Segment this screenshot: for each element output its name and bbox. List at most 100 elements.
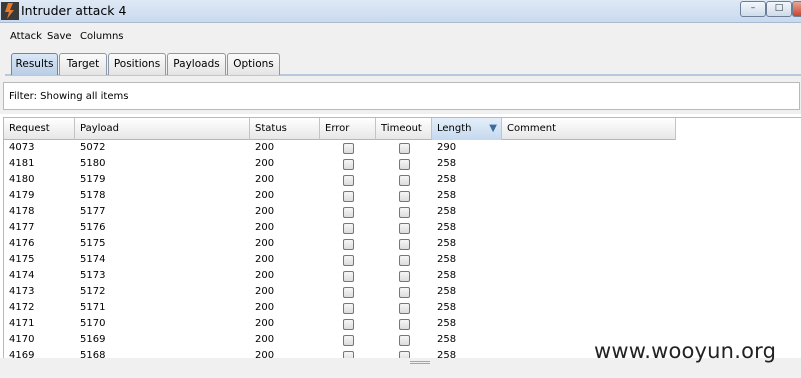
window-title: Intruder attack 4 — [21, 3, 127, 18]
cell-comment — [502, 156, 507, 172]
cell-status: 200 — [255, 222, 275, 233]
cell-request: 4169 — [9, 350, 35, 358]
timeout-checkbox[interactable] — [399, 351, 410, 358]
error-checkbox[interactable] — [343, 191, 354, 202]
table-row[interactable]: 4177 5176 200 258 — [4, 220, 676, 236]
cell-payload: 5179 — [80, 174, 106, 185]
column-header-comment[interactable]: Comment — [502, 118, 676, 140]
cell-comment — [502, 332, 507, 348]
cell-payload: 5174 — [80, 254, 106, 265]
error-checkbox[interactable] — [343, 287, 354, 298]
tab-positions[interactable]: Positions — [108, 53, 166, 75]
error-checkbox[interactable] — [343, 335, 354, 346]
timeout-checkbox[interactable] — [399, 271, 410, 282]
timeout-checkbox[interactable] — [399, 223, 410, 234]
timeout-checkbox[interactable] — [399, 191, 410, 202]
title-bar: Intruder attack 4 – □ — [0, 0, 801, 23]
timeout-checkbox[interactable] — [399, 159, 410, 170]
cell-comment — [502, 316, 507, 332]
table-row[interactable]: 4173 5172 200 258 — [4, 284, 676, 300]
table-row[interactable]: 4176 5175 200 258 — [4, 236, 676, 252]
cell-payload: 5175 — [80, 238, 106, 249]
timeout-checkbox[interactable] — [399, 207, 410, 218]
cell-comment — [502, 220, 507, 236]
cell-request: 4172 — [9, 302, 35, 313]
table-row[interactable]: 4171 5170 200 258 — [4, 316, 676, 332]
table-row[interactable]: 4172 5171 200 258 — [4, 300, 676, 316]
table-row[interactable]: 4178 5177 200 258 — [4, 204, 676, 220]
menu-attack[interactable]: Attack — [10, 31, 42, 42]
error-checkbox[interactable] — [343, 143, 354, 154]
cell-comment — [502, 140, 507, 156]
timeout-checkbox[interactable] — [399, 287, 410, 298]
minimize-button[interactable]: – — [740, 1, 766, 17]
tab-payloads[interactable]: Payloads — [167, 53, 226, 75]
error-checkbox[interactable] — [343, 223, 354, 234]
error-checkbox[interactable] — [343, 303, 354, 314]
cell-request: 4173 — [9, 286, 35, 297]
cell-payload: 5177 — [80, 206, 106, 217]
timeout-checkbox[interactable] — [399, 175, 410, 186]
filter-label: Filter: Showing all items — [9, 91, 129, 102]
cell-status: 200 — [255, 318, 275, 329]
cell-length: 258 — [437, 222, 457, 233]
timeout-checkbox[interactable] — [399, 143, 410, 154]
table-row[interactable]: 4174 5173 200 258 — [4, 268, 676, 284]
maximize-button[interactable]: □ — [766, 1, 792, 17]
table-body: 4073 5072 200 290 4181 5180 200 258 4180 5179 200 2… — [4, 140, 676, 358]
timeout-checkbox[interactable] — [399, 255, 410, 266]
cell-comment — [502, 188, 507, 204]
table-row[interactable]: 4181 5180 200 258 — [4, 156, 676, 172]
tab-target[interactable]: Target — [59, 53, 107, 75]
column-header-error[interactable]: Error — [320, 118, 376, 140]
cell-payload: 5170 — [80, 318, 106, 329]
table-row[interactable]: 4175 5174 200 258 — [4, 252, 676, 268]
cell-length: 258 — [437, 302, 457, 313]
error-checkbox[interactable] — [343, 271, 354, 282]
table-row[interactable]: 4180 5179 200 258 — [4, 172, 676, 188]
error-checkbox[interactable] — [343, 175, 354, 186]
timeout-checkbox[interactable] — [399, 239, 410, 250]
cell-status: 200 — [255, 142, 275, 153]
table-row[interactable]: 4170 5169 200 258 — [4, 332, 676, 348]
error-checkbox[interactable] — [343, 319, 354, 330]
timeout-checkbox[interactable] — [399, 319, 410, 330]
filter-bar[interactable]: Filter: Showing all items — [3, 82, 800, 110]
cell-payload: 5176 — [80, 222, 106, 233]
table-row[interactable]: 4169 5168 200 258 — [4, 348, 676, 358]
cell-comment — [502, 348, 507, 358]
tab-results[interactable]: Results — [11, 53, 58, 75]
timeout-checkbox[interactable] — [399, 335, 410, 346]
cell-status: 200 — [255, 190, 275, 201]
close-button[interactable] — [792, 1, 801, 17]
table-row[interactable]: 4179 5178 200 258 — [4, 188, 676, 204]
cell-payload: 5169 — [80, 334, 106, 345]
table-row[interactable]: 4073 5072 200 290 — [4, 140, 676, 156]
error-checkbox[interactable] — [343, 351, 354, 358]
error-checkbox[interactable] — [343, 159, 354, 170]
cell-request: 4180 — [9, 174, 35, 185]
split-pane-handle[interactable] — [410, 361, 430, 364]
maximize-icon: □ — [774, 3, 784, 13]
column-header-status[interactable]: Status — [250, 118, 320, 140]
menu-save[interactable]: Save — [47, 31, 72, 42]
error-checkbox[interactable] — [343, 239, 354, 250]
timeout-checkbox[interactable] — [399, 303, 410, 314]
column-header-timeout[interactable]: Timeout — [376, 118, 432, 140]
cell-request: 4174 — [9, 270, 35, 281]
cell-length: 258 — [437, 190, 457, 201]
cell-status: 200 — [255, 174, 275, 185]
cell-length: 258 — [437, 270, 457, 281]
cell-request: 4175 — [9, 254, 35, 265]
menu-columns[interactable]: Columns — [80, 31, 124, 42]
error-checkbox[interactable] — [343, 207, 354, 218]
error-checkbox[interactable] — [343, 255, 354, 266]
cell-status: 200 — [255, 206, 275, 217]
tab-options[interactable]: Options — [227, 53, 280, 75]
column-header-payload[interactable]: Payload — [75, 118, 250, 140]
cell-status: 200 — [255, 238, 275, 249]
column-header-request[interactable]: Request — [4, 118, 75, 140]
cell-request: 4176 — [9, 238, 35, 249]
column-header-length[interactable]: Length ▼ — [432, 118, 502, 140]
cell-payload: 5171 — [80, 302, 106, 313]
